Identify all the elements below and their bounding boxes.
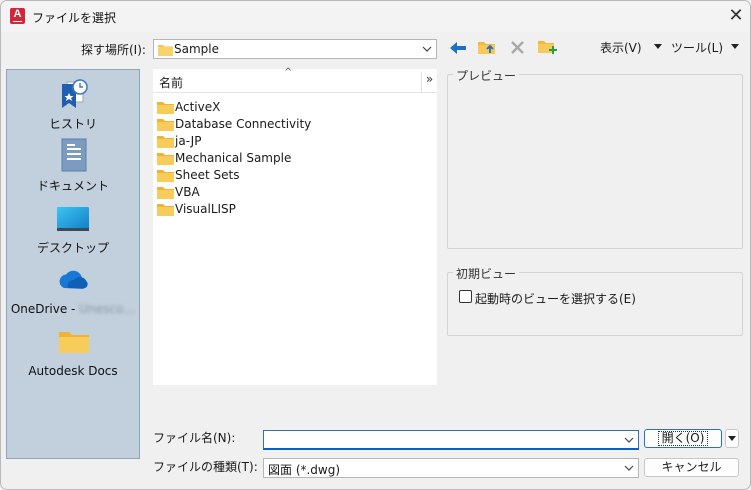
window-title: ファイルを選択 — [32, 11, 117, 25]
places-bar: ヒストリ ドキュメント デスクトップ OneDrive - Unesco… Au… — [6, 69, 140, 459]
preview-group — [447, 74, 743, 249]
filetype-combo[interactable]: 図面 (*.dwg) — [263, 458, 639, 478]
lookin-combo[interactable]: Sample — [153, 39, 437, 59]
tools-menu[interactable]: ツール(L) — [671, 39, 723, 56]
select-initial-view-label[interactable]: 起動時のビューを選択する(E) — [475, 290, 636, 307]
filetype-value: 図面 (*.dwg) — [268, 463, 341, 477]
list-item[interactable]: Database Connectivity — [157, 116, 427, 133]
place-label: OneDrive - Unesco… — [10, 302, 136, 316]
folder-icon — [157, 187, 174, 199]
tools-dropdown-icon[interactable] — [731, 44, 739, 49]
place-label: Autodesk Docs — [28, 364, 118, 378]
place-desktop[interactable]: デスクトップ — [7, 202, 139, 260]
select-initial-view-checkbox[interactable] — [459, 290, 472, 303]
chevron-down-icon — [624, 465, 634, 471]
list-item[interactable]: VisualLISP — [157, 201, 427, 218]
cancel-button[interactable]: キャンセル — [644, 458, 739, 477]
chevron-down-icon[interactable] — [624, 433, 634, 447]
more-columns-button[interactable]: » — [421, 72, 437, 92]
list-item-name: Database Connectivity — [175, 117, 312, 131]
chevron-down-icon — [422, 46, 432, 52]
place-label: ドキュメント — [36, 179, 109, 193]
filetype-label: ファイルの種類(T): — [153, 460, 258, 474]
list-item-name: ja-JP — [175, 134, 202, 148]
list-item-name: Sheet Sets — [175, 168, 240, 182]
folder-icon — [157, 136, 174, 148]
list-item[interactable]: ja-JP — [157, 133, 427, 150]
folder-icon — [157, 204, 174, 216]
view-dropdown-icon[interactable] — [654, 44, 662, 49]
back-arrow-icon[interactable] — [447, 38, 469, 58]
folder-icon — [157, 102, 174, 114]
list-item[interactable]: VBA — [157, 184, 427, 201]
folder-icon — [157, 170, 174, 182]
history-icon — [62, 79, 88, 108]
filename-input[interactable] — [263, 430, 639, 450]
initial-view-title: 初期ビュー — [453, 265, 520, 282]
place-label: ヒストリ — [48, 117, 97, 131]
file-select-dialog: A ファイルを選択 ✕ 探す場所(I): Sample 表示(V) ツール(L) — [0, 0, 751, 490]
column-header-name[interactable]: 名前 — [159, 74, 183, 91]
new-folder-icon[interactable] — [536, 37, 558, 57]
list-item[interactable]: Mechanical Sample — [157, 150, 427, 167]
list-item-name: VisualLISP — [175, 202, 236, 216]
lookin-label: 探す場所(I): — [81, 43, 146, 57]
list-item[interactable]: ActiveX — [157, 99, 427, 116]
list-item-name: ActiveX — [175, 100, 221, 114]
place-history[interactable]: ヒストリ — [7, 76, 139, 134]
open-options-dropdown[interactable] — [725, 429, 739, 448]
folder-icon — [158, 45, 173, 56]
open-button[interactable]: 開く(O) — [644, 429, 722, 448]
preview-title: プレビュー — [453, 67, 520, 84]
autodesk-docs-folder-icon — [59, 332, 89, 353]
place-onedrive[interactable]: OneDrive - Unesco… — [7, 266, 139, 324]
up-folder-icon[interactable] — [476, 37, 498, 57]
delete-icon[interactable] — [507, 38, 529, 58]
place-label: デスクトップ — [36, 241, 109, 255]
documents-icon — [61, 138, 87, 172]
filename-label: ファイル名(N): — [153, 431, 236, 445]
place-documents[interactable]: ドキュメント — [7, 138, 139, 196]
title-bar: A ファイルを選択 ✕ — [1, 1, 750, 32]
desktop-icon — [57, 207, 89, 231]
view-menu[interactable]: 表示(V) — [600, 39, 642, 56]
close-button[interactable]: ✕ — [725, 5, 747, 27]
list-item-name: VBA — [175, 185, 200, 199]
list-item[interactable]: Sheet Sets — [157, 167, 427, 184]
open-button-label: 開く(O) — [657, 431, 709, 446]
place-autodesk-docs[interactable]: Autodesk Docs — [7, 328, 139, 386]
list-header: ^ 名前 » — [153, 67, 437, 93]
list-item-name: Mechanical Sample — [175, 151, 292, 165]
folder-icon — [157, 119, 174, 131]
dropdown-arrow-icon — [728, 436, 736, 441]
file-list[interactable]: ^ 名前 » ActiveX Database Connectivity ja-JP… — [153, 67, 437, 385]
folder-icon — [157, 153, 174, 165]
autocad-logo-icon: A — [10, 8, 25, 24]
lookin-value: Sample — [174, 42, 219, 56]
sort-ascending-icon: ^ — [284, 67, 293, 78]
onedrive-icon — [59, 270, 88, 289]
